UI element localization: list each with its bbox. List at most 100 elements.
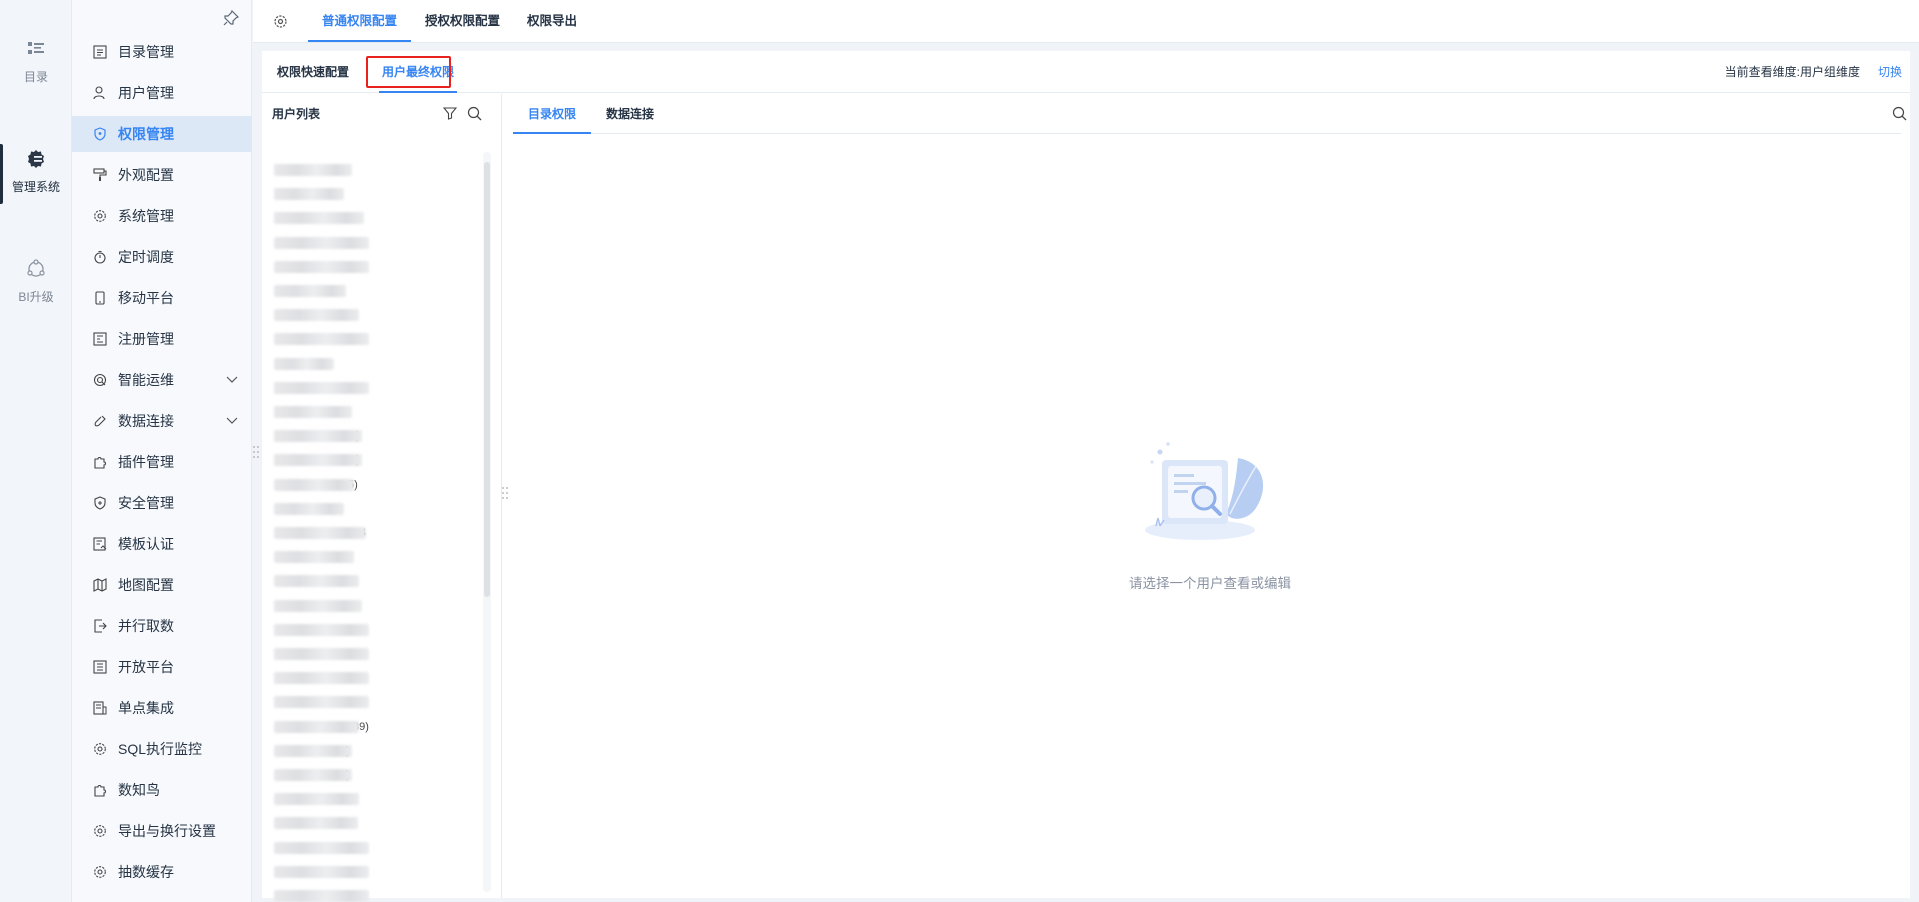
empty-state-illustration: [1145, 442, 1264, 540]
template-icon: [93, 537, 107, 551]
user-list-item[interactable]: ): [274, 743, 414, 759]
menu-item-smart-ops[interactable]: 智能运维: [72, 362, 252, 398]
menu-item-label: 地图配置: [118, 577, 174, 593]
tab-permission-export[interactable]: 权限导出: [527, 0, 577, 42]
switch-dimension-link[interactable]: 切换: [1878, 51, 1902, 93]
menu-item-label: 插件管理: [118, 454, 174, 470]
tab-data-connection[interactable]: 数据连接: [606, 94, 654, 134]
menu-item-export-settings[interactable]: 导出与换行设置: [72, 813, 252, 849]
paint-roller-icon: [93, 168, 107, 181]
user-list-item[interactable]: ): [274, 452, 414, 468]
user-list-scrollbar-thumb[interactable]: [484, 162, 490, 597]
user-list-item[interactable]: [274, 573, 414, 589]
filter-icon[interactable]: [443, 106, 457, 120]
menu-item-parallel-fetch[interactable]: 并行取数: [72, 608, 252, 644]
menu-item-scheduling[interactable]: 定时调度: [72, 239, 252, 275]
user-list-item[interactable]: [274, 283, 414, 299]
user-list-item[interactable]: [274, 598, 414, 614]
user-list-item[interactable]: [274, 259, 414, 275]
menu-item-data-connection[interactable]: 数据连接: [72, 403, 252, 439]
sso-icon: [93, 701, 107, 715]
menu-item-registration[interactable]: 注册管理: [72, 321, 252, 357]
user-name-redacted: [274, 164, 352, 176]
user-name-redacted: [274, 260, 369, 273]
user-name-redacted: [274, 672, 369, 685]
user-name-redacted: [274, 357, 334, 370]
user-name-redacted: [274, 793, 359, 806]
menu-item-user-management[interactable]: 用户管理: [72, 75, 252, 111]
gear-icon: [94, 825, 106, 837]
menu-item-security[interactable]: 安全管理: [72, 485, 252, 521]
menu-item-label: 数据连接: [118, 413, 174, 429]
rail-item-label: 目录: [23, 70, 48, 84]
security-icon: [94, 496, 106, 510]
user-list-item[interactable]: [274, 501, 414, 517]
menu-item-mobile[interactable]: 移动平台: [72, 280, 252, 316]
user-name-redacted: [274, 212, 364, 225]
menu-item-label: SQL执行监控: [118, 741, 203, 757]
user-list-item[interactable]: [274, 331, 414, 347]
user-list-item[interactable]: [274, 356, 414, 372]
rail-item-bi-upgrade[interactable]: BI升级: [0, 258, 72, 305]
menu-item-label: 并行取数: [118, 618, 174, 634]
user-name-redacted: [274, 188, 344, 201]
user-name-redacted: [274, 744, 352, 757]
user-list-item[interactable]: [274, 404, 414, 420]
menu-item-permission-management[interactable]: 权限管理: [72, 116, 252, 152]
user-list-item[interactable]: [274, 864, 414, 880]
user-list-item[interactable]: 5): [274, 477, 414, 493]
tab-authorization-permission-config[interactable]: 授权权限配置: [425, 0, 500, 42]
menu-item-system[interactable]: 系统管理: [72, 198, 252, 234]
menu-item-sql-monitor[interactable]: SQL执行监控: [72, 731, 252, 767]
user-name-redacted: [274, 309, 359, 322]
menu-item-extract-cache[interactable]: 抽数缓存: [72, 854, 252, 890]
user-list-item[interactable]: ): [274, 428, 414, 444]
tab-normal-permission-config[interactable]: 普通权限配置: [308, 0, 412, 42]
user-name-redacted: [274, 890, 369, 902]
user-list-item[interactable]: [274, 380, 414, 396]
rail-item-management[interactable]: 管理系统: [0, 144, 72, 204]
user-name-redacted: [274, 551, 354, 564]
user-list-item[interactable]: ): [274, 767, 414, 783]
user-list-item[interactable]: [274, 888, 414, 902]
settings-gear-icon[interactable]: [273, 14, 288, 29]
chevron-down-icon[interactable]: [226, 375, 238, 385]
menu-item-shuzhiniao[interactable]: 数知鸟: [72, 772, 252, 808]
menu-item-map[interactable]: 地图配置: [72, 567, 252, 603]
user-list-item[interactable]: [274, 162, 414, 178]
user-list-item[interactable]: [274, 670, 414, 686]
user-name-redacted: [274, 406, 352, 418]
user-list-item[interactable]: [274, 307, 414, 323]
menu-item-label: 系统管理: [118, 208, 174, 224]
search-icon[interactable]: [467, 106, 482, 121]
search-icon[interactable]: [1892, 106, 1907, 121]
user-list-item[interactable]: [274, 694, 414, 710]
user-list-item[interactable]: [274, 622, 414, 638]
rail-item-catalog[interactable]: 目录: [0, 38, 72, 85]
user-name-redacted: [274, 841, 369, 854]
pin-icon[interactable]: [223, 10, 239, 26]
menu-item-appearance[interactable]: 外观配置: [72, 157, 252, 193]
phone-icon: [95, 291, 105, 305]
user-list-item[interactable]: 4: [274, 525, 414, 541]
user-list-item[interactable]: 39): [274, 719, 414, 735]
menu-item-label: 导出与换行设置: [118, 823, 216, 839]
user-list-item[interactable]: [274, 840, 414, 856]
user-list-item[interactable]: [274, 235, 414, 251]
tab-quick-config[interactable]: 权限快速配置: [277, 51, 349, 93]
menu-item-catalog-management[interactable]: 目录管理: [72, 34, 252, 70]
menu-item-plugins[interactable]: 插件管理: [72, 444, 252, 480]
menu-item-sso[interactable]: 单点集成: [72, 690, 252, 726]
menu-item-template-cert[interactable]: 模板认证: [72, 526, 252, 562]
menu-item-open-platform[interactable]: 开放平台: [72, 649, 252, 685]
menu-resize-handle[interactable]: [252, 445, 260, 459]
chevron-down-icon[interactable]: [226, 416, 238, 426]
user-list-item[interactable]: [274, 646, 414, 662]
tab-catalog-permission[interactable]: 目录权限: [513, 94, 592, 134]
user-list-item[interactable]: [274, 549, 414, 565]
user-list-item[interactable]: [274, 815, 414, 831]
user-list-item[interactable]: [274, 791, 414, 807]
user-list-item[interactable]: [274, 186, 414, 202]
user-list-item[interactable]: [274, 210, 414, 226]
register-icon: [93, 332, 107, 346]
